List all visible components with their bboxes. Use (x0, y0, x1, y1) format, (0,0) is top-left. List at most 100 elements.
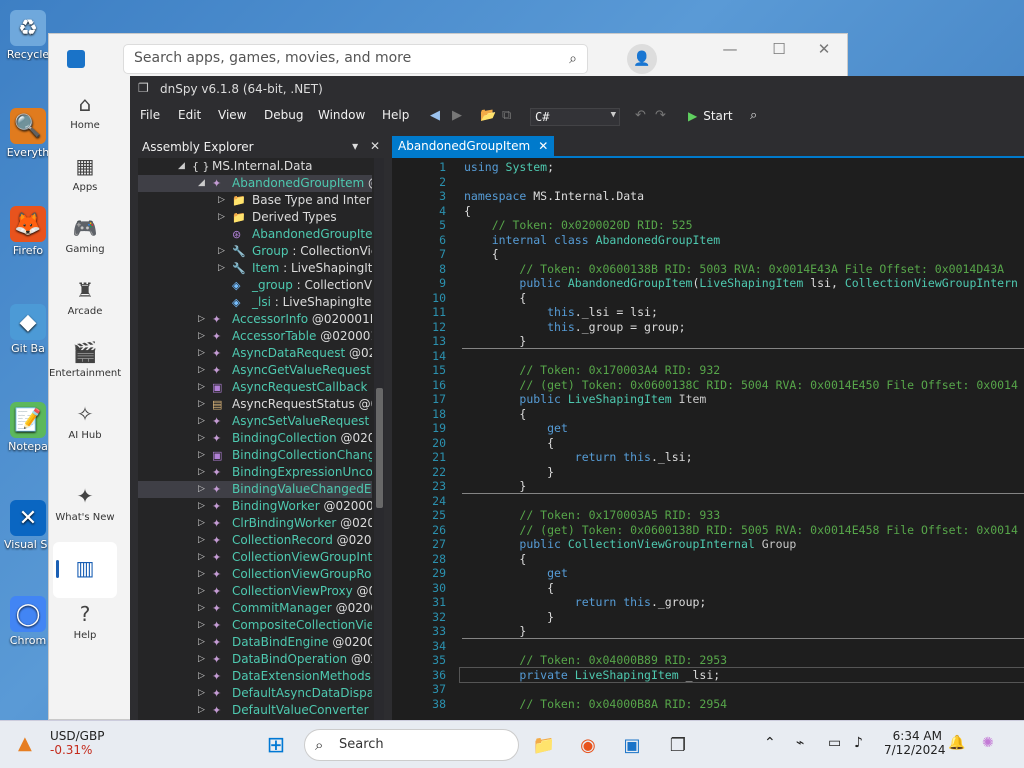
tree-node[interactable]: ▷ ✦ DataBindEngine @020002 (138, 634, 372, 651)
tree-node[interactable]: ◢ { } MS.Internal.Data (138, 158, 372, 175)
store-nav-gaming[interactable]: 🎮 Gaming (49, 216, 121, 255)
tree-node[interactable]: ▷ ✦ DefaultAsyncDataDispatcl (138, 685, 372, 702)
menu-file[interactable]: File (140, 108, 160, 122)
navigate-forward-icon[interactable]: ▶ (452, 108, 462, 123)
collapsed-arrow-icon[interactable]: ▷ (198, 532, 205, 549)
stock-widget[interactable]: ▲ USD/GBP -0.31% (18, 729, 104, 757)
tree-node[interactable]: ▷ ✦ CollectionViewProxy @020 (138, 583, 372, 600)
collapsed-arrow-icon[interactable]: ▷ (198, 362, 205, 379)
tree-node[interactable]: ▷ ✦ CollectionViewGroupInter (138, 549, 372, 566)
minimize-button[interactable]: — (707, 40, 753, 58)
store-nav-apps[interactable]: ▦ Apps (49, 154, 121, 193)
search-icon[interactable]: ⌕ (750, 108, 757, 123)
taskbar-search[interactable]: ⌕ Search (304, 729, 519, 761)
collapsed-arrow-icon[interactable]: ▷ (198, 481, 205, 498)
tree-scrollbar[interactable] (374, 158, 384, 720)
menu-window[interactable]: Window (318, 108, 365, 122)
tree-node[interactable]: ▷ ✦ ClrBindingWorker @0200 (138, 515, 372, 532)
collapsed-arrow-icon[interactable]: ▷ (198, 634, 205, 651)
collapsed-arrow-icon[interactable]: ▷ (198, 498, 205, 515)
store-nav-what-s-new[interactable]: ✦ What's New (49, 484, 121, 523)
menu-view[interactable]: View (218, 108, 246, 122)
tree-node[interactable]: ▷ 📁 Base Type and Interfac (138, 192, 372, 209)
menu-help[interactable]: Help (382, 108, 409, 122)
store-taskbar-icon[interactable]: ▣ (618, 731, 646, 759)
collapsed-arrow-icon[interactable]: ▷ (218, 260, 225, 277)
collapsed-arrow-icon[interactable]: ▷ (198, 566, 205, 583)
account-avatar[interactable]: 👤 (627, 44, 657, 74)
tree-node[interactable]: ▷ ▣ BindingCollectionChange (138, 447, 372, 464)
search-icon[interactable]: ⌕ (569, 51, 577, 67)
collapsed-arrow-icon[interactable]: ▷ (198, 430, 205, 447)
volume-icon[interactable]: ♪ (854, 735, 863, 751)
collapsed-arrow-icon[interactable]: ▷ (198, 702, 205, 719)
collapsed-arrow-icon[interactable]: ▷ (198, 583, 205, 600)
tree-node[interactable]: ▷ 🔧 Item : LiveShapingIten (138, 260, 372, 277)
collapsed-arrow-icon[interactable]: ▷ (198, 651, 205, 668)
tree-node[interactable]: ▷ ▤ AsyncRequestStatus @020 (138, 396, 372, 413)
tree-node[interactable]: ▷ ✦ DefaultValueConverter @0 (138, 702, 372, 719)
open-folder-icon[interactable]: 📂 (480, 108, 496, 123)
collapsed-arrow-icon[interactable]: ▷ (198, 345, 205, 362)
collapsed-arrow-icon[interactable]: ▷ (198, 549, 205, 566)
decompiled-code[interactable]: 1 using System; 2 3 namespace MS.Internal.Da… (392, 160, 1024, 720)
maximize-button[interactable]: ☐ (756, 40, 802, 58)
display-icon[interactable]: ▭ (828, 735, 841, 751)
start-debug-button[interactable]: ▶ Start (688, 109, 733, 123)
expanded-arrow-icon[interactable]: ◢ (178, 158, 185, 175)
tree-node[interactable]: ▷ ✦ BindingCollection @0200 (138, 430, 372, 447)
desktop-icon[interactable]: ♻ Recycle (4, 10, 52, 61)
collapsed-arrow-icon[interactable]: ▷ (198, 379, 205, 396)
language-select[interactable]: C# ▼ (530, 108, 620, 126)
tree-node[interactable]: ▷ ✦ DataExtensionMethods @0 (138, 668, 372, 685)
collapsed-arrow-icon[interactable]: ▷ (218, 192, 225, 209)
store-nav-arcade[interactable]: ♜ Arcade (49, 278, 121, 317)
tree-node[interactable]: ▷ ✦ AsyncGetValueRequest @ (138, 362, 372, 379)
collapsed-arrow-icon[interactable]: ▷ (198, 464, 205, 481)
collapsed-arrow-icon[interactable]: ▷ (198, 413, 205, 430)
tree-node[interactable]: ▷ 🔧 Group : CollectionView (138, 243, 372, 260)
panel-close-icon[interactable]: ✕ (370, 139, 380, 153)
collapsed-arrow-icon[interactable]: ▷ (198, 600, 205, 617)
tree-node[interactable]: ▷ ✦ BindingValueChangedEve (138, 481, 372, 498)
tree-node[interactable]: ▷ ✦ CollectionViewGroupRoot (138, 566, 372, 583)
store-nav-help[interactable]: ? Help (49, 602, 121, 641)
redo-icon[interactable]: ↷ (655, 108, 666, 123)
panel-menu-icon[interactable]: ▾ (352, 139, 358, 153)
tree-node[interactable]: ▷ ✦ BindingWorker @020002 (138, 498, 372, 515)
store-nav-ai-hub[interactable]: ✧ AI Hub (49, 402, 121, 441)
tree-scroll-thumb[interactable] (376, 388, 383, 508)
menu-edit[interactable]: Edit (178, 108, 201, 122)
tree-node[interactable]: ▷ ✦ DataBindOperation @020 (138, 651, 372, 668)
code-editor[interactable]: AbandonedGroupItem ✕ 1 using System; 2 3 name… (392, 136, 1024, 720)
collapsed-arrow-icon[interactable]: ▷ (198, 515, 205, 532)
store-nav-library[interactable]: ▥ (53, 542, 117, 598)
tree-node[interactable]: ▷ ✦ BindingExpressionUncom (138, 464, 372, 481)
network-icon[interactable]: ⌁ (796, 735, 804, 751)
desktop-icon[interactable]: 🦊 Firefo (4, 206, 52, 257)
tree-node[interactable]: ▷ ✦ AccessorTable @020001FE (138, 328, 372, 345)
collapsed-arrow-icon[interactable]: ▷ (198, 668, 205, 685)
system-clock[interactable]: 6:34 AM 7/12/2024 (884, 729, 946, 757)
tab-close-icon[interactable]: ✕ (538, 139, 548, 153)
copilot-icon[interactable]: ✺ (982, 735, 994, 751)
collapsed-arrow-icon[interactable]: ▷ (198, 447, 205, 464)
desktop-icon[interactable]: 📝 Notepa (4, 402, 52, 453)
tree-node[interactable]: ▷ ▣ AsyncRequestCallback @ (138, 379, 372, 396)
menu-debug[interactable]: Debug (264, 108, 303, 122)
notification-bell-icon[interactable]: 🔔 (948, 735, 965, 751)
dnspy-window[interactable]: ❐ dnSpy v6.1.8 (64-bit, .NET) ◀ ▶ 📂 ⧉ ↶ … (130, 76, 1024, 720)
collapsed-arrow-icon[interactable]: ▷ (218, 243, 225, 260)
tree-node[interactable]: ▷ 📁 Derived Types (138, 209, 372, 226)
collapsed-arrow-icon[interactable]: ▷ (218, 209, 225, 226)
tree-node[interactable]: ▷ ✦ CollectionRecord @0200 (138, 532, 372, 549)
collapsed-arrow-icon[interactable]: ▷ (198, 311, 205, 328)
tree-node[interactable]: ▷ ✦ CommitManager @02000 (138, 600, 372, 617)
tree-node[interactable]: ▷ ✦ AsyncSetValueRequest @ (138, 413, 372, 430)
collapsed-arrow-icon[interactable]: ▷ (198, 328, 205, 345)
tree-node[interactable]: ▷ ✦ AccessorInfo @020001FD (138, 311, 372, 328)
tree-node[interactable]: ◈ _group : CollectionVie (138, 277, 372, 294)
start-menu-icon[interactable]: ⊞ (262, 731, 290, 759)
desktop-icon[interactable]: ◯ Chrom (4, 596, 52, 647)
tree-node[interactable]: ▷ ✦ AsyncDataRequest @0200 (138, 345, 372, 362)
